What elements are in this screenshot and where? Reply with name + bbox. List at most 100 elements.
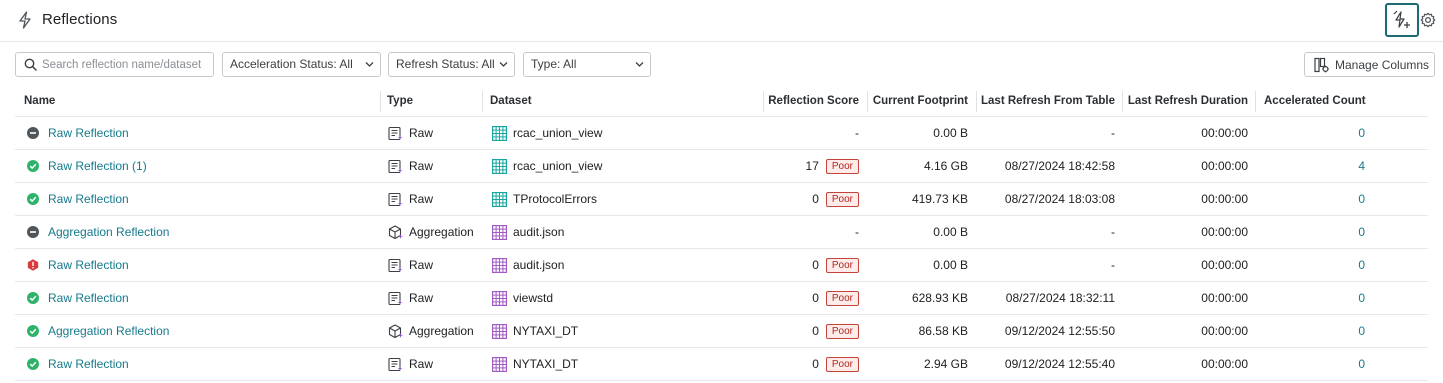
- accelerated-count-link[interactable]: 0: [1358, 357, 1365, 371]
- type-label: Raw: [409, 126, 434, 140]
- status-error-icon: [27, 259, 48, 271]
- refresh-status-filter[interactable]: Refresh Status: All: [388, 52, 515, 77]
- current-footprint-value: 4.16 GB: [923, 159, 968, 173]
- column-divider[interactable]: [867, 91, 868, 112]
- dataset-name: rcac_union_view: [513, 126, 603, 140]
- type-filter[interactable]: Type: All: [523, 52, 651, 77]
- manage-columns-button[interactable]: Manage Columns: [1304, 52, 1435, 77]
- table-dataset-icon: [492, 257, 513, 273]
- reflection-score-value: 0: [812, 258, 819, 272]
- table-row[interactable]: Aggregation Reflection Aggregation NYTAXI_…: [15, 315, 1428, 348]
- filter-toolbar: Acceleration Status: All Refresh Status:…: [0, 52, 1443, 78]
- reflection-name-link[interactable]: Raw Reflection: [48, 357, 129, 371]
- table-row[interactable]: Raw Reflection Raw NYTAXI_DT 0 Poor 2.94 GB 09…: [15, 348, 1428, 381]
- reflection-name-link[interactable]: Raw Reflection: [48, 126, 129, 140]
- column-divider[interactable]: [482, 91, 483, 112]
- accelerated-count-cell: 0: [1264, 117, 1365, 149]
- type-cell: Raw: [388, 348, 433, 380]
- status-disabled-icon: [27, 226, 48, 238]
- table-row[interactable]: Raw Reflection Raw audit.json 0 Poor 0.00 B - 0…: [15, 249, 1428, 282]
- dataset-name: audit.json: [513, 225, 565, 239]
- last-refresh-value: -: [1111, 258, 1115, 272]
- reflection-name-link[interactable]: Raw Reflection: [48, 192, 129, 206]
- column-header-last-refresh-duration[interactable]: Last Refresh Duration: [1124, 86, 1248, 116]
- dataset-cell: audit.json: [492, 249, 564, 281]
- dataset-name: rcac_union_view: [513, 159, 603, 173]
- last-refresh-value: 08/27/2024 18:32:11: [1005, 291, 1115, 305]
- column-header-dataset[interactable]: Dataset: [490, 86, 532, 116]
- column-divider[interactable]: [763, 91, 764, 112]
- status-ok-icon: [27, 358, 48, 370]
- table-row[interactable]: Aggregation Reflection Aggregation audit.j…: [15, 216, 1428, 249]
- dataset-name: audit.json: [513, 258, 565, 272]
- type-label: Aggregation: [409, 324, 474, 338]
- accelerated-count-link[interactable]: 0: [1358, 291, 1365, 305]
- lightning-icon: [19, 11, 31, 29]
- last-refresh-cell: -: [978, 249, 1115, 281]
- score-badge: Poor: [825, 158, 859, 174]
- last-refresh-duration-cell: 00:00:00: [1124, 249, 1248, 281]
- table-row[interactable]: Raw Reflection Raw rcac_union_view - 0.00 B -…: [15, 117, 1428, 150]
- score-badge: Poor: [825, 356, 859, 372]
- accelerated-count-link[interactable]: 0: [1358, 324, 1365, 338]
- accelerated-count-link[interactable]: 0: [1358, 192, 1365, 206]
- last-refresh-duration-cell: 00:00:00: [1124, 183, 1248, 215]
- acceleration-status-filter[interactable]: Acceleration Status: All: [222, 52, 381, 77]
- column-divider[interactable]: [1255, 91, 1256, 112]
- table-row[interactable]: Raw Reflection Raw viewstd 0 Poor 628.93 KB 08…: [15, 282, 1428, 315]
- accelerated-count-link[interactable]: 0: [1358, 126, 1365, 140]
- current-footprint-value: 0.00 B: [933, 225, 968, 239]
- last-refresh-duration-cell: 00:00:00: [1124, 282, 1248, 314]
- current-footprint-value: 0.00 B: [933, 258, 968, 272]
- view-dataset-icon: [492, 191, 513, 207]
- column-divider[interactable]: [976, 91, 977, 112]
- reflection-score-value: 0: [812, 357, 819, 371]
- column-header-name[interactable]: Name: [24, 86, 55, 116]
- view-dataset-icon: [492, 125, 513, 141]
- name-cell: Raw Reflection (1): [27, 150, 147, 182]
- last-refresh-duration-value: 00:00:00: [1201, 291, 1248, 305]
- name-cell: Raw Reflection: [27, 117, 129, 149]
- column-divider[interactable]: [380, 91, 381, 112]
- last-refresh-duration-value: 00:00:00: [1201, 324, 1248, 338]
- accelerated-count-link[interactable]: 4: [1358, 159, 1365, 173]
- last-refresh-value: 08/27/2024 18:42:58: [1004, 159, 1115, 173]
- accelerated-count-cell: 0: [1264, 282, 1365, 314]
- last-refresh-cell: 08/27/2024 18:42:58: [978, 150, 1115, 182]
- last-refresh-cell: -: [978, 117, 1115, 149]
- last-refresh-duration-value: 00:00:00: [1201, 258, 1248, 272]
- column-header-last-refresh-from-table[interactable]: Last Refresh From Table: [978, 86, 1115, 116]
- reflection-name-link[interactable]: Raw Reflection (1): [48, 159, 147, 173]
- last-refresh-duration-value: 00:00:00: [1201, 357, 1248, 371]
- table-dataset-icon: [492, 323, 513, 339]
- reflection-name-link[interactable]: Aggregation Reflection: [48, 225, 169, 239]
- aggregation-reflection-icon: [388, 224, 409, 240]
- reflection-name-link[interactable]: Aggregation Reflection: [48, 324, 169, 338]
- search-icon: [24, 58, 37, 71]
- reflection-name-link[interactable]: Raw Reflection: [48, 291, 129, 305]
- table-row[interactable]: Raw Reflection (1) Raw rcac_union_view 17 Po…: [15, 150, 1428, 183]
- name-cell: Aggregation Reflection: [27, 315, 169, 347]
- last-refresh-duration-value: 00:00:00: [1201, 192, 1248, 206]
- reflection-recommendations-button[interactable]: [1385, 3, 1419, 37]
- table-row[interactable]: Raw Reflection Raw TProtocolErrors 0 Poor 419…: [15, 183, 1428, 216]
- column-header-type[interactable]: Type: [387, 86, 413, 116]
- refresh-status-filter-label: Refresh Status: All: [396, 57, 495, 71]
- chevron-down-icon: [365, 62, 374, 67]
- type-label: Aggregation: [409, 225, 474, 239]
- column-header-reflection-score[interactable]: Reflection Score: [765, 86, 859, 116]
- accelerated-count-link[interactable]: 0: [1358, 225, 1365, 239]
- type-label: Raw: [409, 291, 434, 305]
- last-refresh-value: 09/12/2024 12:55:50: [1004, 324, 1115, 338]
- column-divider[interactable]: [1122, 91, 1123, 112]
- search-input[interactable]: [42, 56, 210, 73]
- reflection-name-link[interactable]: Raw Reflection: [48, 258, 129, 272]
- name-cell: Aggregation Reflection: [27, 216, 169, 248]
- page-title: Reflections: [42, 11, 118, 28]
- column-header-current-footprint[interactable]: Current Footprint: [869, 86, 968, 116]
- settings-button[interactable]: [1419, 11, 1437, 29]
- search-box[interactable]: [15, 52, 214, 77]
- column-header-accelerated-count[interactable]: Accelerated Count: [1264, 86, 1366, 116]
- accelerated-count-link[interactable]: 0: [1358, 258, 1365, 272]
- current-footprint-value: 86.58 KB: [918, 324, 968, 338]
